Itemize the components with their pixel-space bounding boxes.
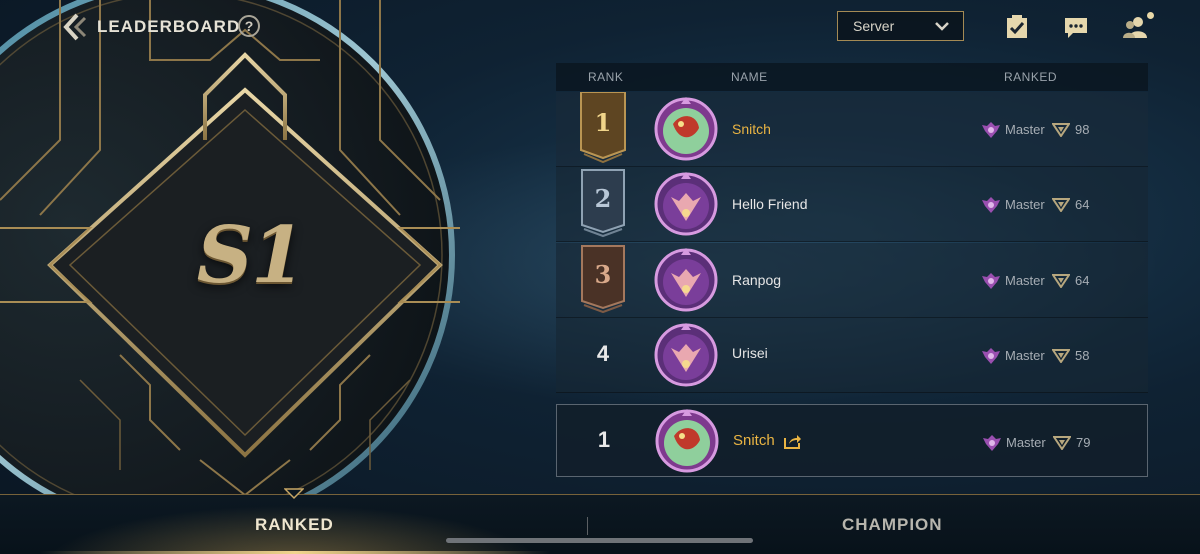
points-chevron-icon xyxy=(1053,436,1071,450)
points-chevron-icon xyxy=(1052,122,1070,137)
rank-number: 2 xyxy=(594,184,612,213)
self-rank-row[interactable]: 1 Snitch Master 79 xyxy=(556,404,1148,477)
master-tier-icon xyxy=(983,435,1001,451)
player-name[interactable]: Hello Friend xyxy=(732,196,807,212)
rank-number: 3 xyxy=(594,259,612,289)
tier-label: Master xyxy=(1005,121,1045,137)
rank-points: 79 xyxy=(1076,435,1091,450)
column-name: NAME xyxy=(731,70,768,84)
points-chevron-icon xyxy=(1052,273,1070,288)
avatar-dragon-icon xyxy=(654,96,718,160)
rank-points: 58 xyxy=(1075,348,1090,363)
clipboard-check-icon[interactable] xyxy=(1004,14,1030,40)
help-button[interactable]: ? xyxy=(238,15,260,37)
rank-badge-gold: 1 xyxy=(578,90,628,167)
season-label: S1 xyxy=(196,210,306,301)
chat-icon[interactable] xyxy=(1063,14,1089,40)
player-name[interactable]: Snitch xyxy=(733,432,775,449)
tier-label: Master xyxy=(1005,197,1045,212)
home-indicator[interactable] xyxy=(446,538,753,543)
rank-cell: 4 xyxy=(578,318,628,393)
points-chevron-icon xyxy=(1052,349,1070,363)
player-name[interactable]: Urisei xyxy=(732,345,768,361)
page-title: LEADERBOARD xyxy=(97,17,241,36)
table-row[interactable]: 1 Snitch Master 98 xyxy=(556,90,1148,167)
tab-divider xyxy=(587,517,588,535)
rank-badge-bronze: 3 xyxy=(578,243,628,318)
tab-ranked[interactable]: RANKED xyxy=(255,515,334,535)
rank-number: 1 xyxy=(597,427,611,452)
bottom-tab-bar: RANKED CHAMPION xyxy=(0,488,1200,554)
avatar-owl-icon xyxy=(654,247,718,311)
rank-points: 64 xyxy=(1075,272,1090,288)
active-tab-indicator-icon xyxy=(284,488,304,500)
column-rank: RANK xyxy=(588,70,624,84)
master-tier-icon xyxy=(982,272,1000,289)
server-dropdown[interactable]: Server xyxy=(837,11,964,41)
table-row[interactable]: 3 Ranpog Master 64 xyxy=(556,242,1148,318)
table-header: RANK NAME RANKED xyxy=(556,63,1148,91)
master-tier-icon xyxy=(982,121,1000,138)
avatar-dragon-icon xyxy=(655,409,719,473)
tier-label: Master xyxy=(1006,435,1046,450)
tier-label: Master xyxy=(1005,348,1045,363)
master-tier-icon xyxy=(982,197,1000,213)
points-chevron-icon xyxy=(1052,198,1070,212)
avatar-owl-icon xyxy=(654,172,718,236)
back-arrow-icon xyxy=(63,13,87,41)
rank-number: 1 xyxy=(594,107,612,137)
master-tier-icon xyxy=(982,348,1000,364)
avatar-owl-icon xyxy=(654,323,718,387)
server-dropdown-value: Server xyxy=(853,18,895,34)
rank-number: 4 xyxy=(596,341,610,366)
leaderboard-table: RANK NAME RANKED 1 Snitch Master 98 2 He… xyxy=(556,63,1148,393)
player-name[interactable]: Ranpog xyxy=(732,272,781,288)
back-button[interactable] xyxy=(60,12,90,42)
notification-dot xyxy=(1147,12,1154,19)
rank-points: 64 xyxy=(1075,197,1090,212)
friends-icon[interactable] xyxy=(1122,14,1148,40)
rank-badge-silver: 2 xyxy=(578,167,628,242)
tab-champion[interactable]: CHAMPION xyxy=(842,515,943,535)
season-emblem: S1 xyxy=(0,0,460,500)
rank-points: 98 xyxy=(1075,121,1090,137)
rank-cell: 1 xyxy=(579,405,629,480)
table-row[interactable]: 2 Hello Friend Master 64 xyxy=(556,167,1148,242)
table-row[interactable]: 4 Urisei Master 58 xyxy=(556,318,1148,393)
column-ranked: RANKED xyxy=(1004,70,1058,84)
chevron-down-icon xyxy=(935,22,949,31)
tier-label: Master xyxy=(1005,272,1045,288)
share-icon[interactable] xyxy=(784,433,802,449)
player-name[interactable]: Snitch xyxy=(732,121,771,137)
